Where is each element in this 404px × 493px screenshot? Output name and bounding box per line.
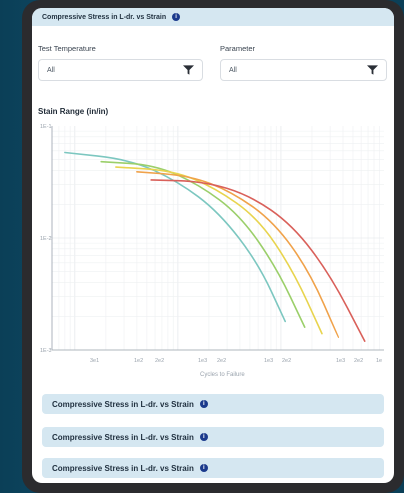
series-line-1 — [64, 151, 287, 323]
tablet-frame: Compressive Stress in L-dr. vs Strain i … — [22, 0, 404, 493]
parameter-label: Parameter — [220, 44, 256, 53]
filter-icon[interactable] — [367, 65, 378, 75]
accordion-item-2[interactable]: Compressive Stress in L-dr. vs Strain i — [42, 427, 384, 447]
test-temperature-label: Test Temperature — [38, 44, 96, 53]
series-line-4 — [136, 171, 340, 339]
parameter-select[interactable]: All — [220, 59, 387, 81]
chart-svg: 1E-1 1E-2 1E-3 3e1 1e2 2e2 1e3 2e2 1e3 2e2 1e3 2e2 1… — [40, 124, 384, 378]
filter-icon[interactable] — [183, 65, 194, 75]
x-tick-label: 2e2 — [282, 358, 291, 364]
info-icon[interactable]: i — [199, 433, 208, 441]
info-icon[interactable]: i — [199, 464, 208, 472]
x-tick-label: 2e2 — [155, 358, 164, 364]
accordion-label: Compressive Stress in L-dr. vs Strain — [52, 463, 194, 473]
tablet-screen: Compressive Stress in L-dr. vs Strain i … — [32, 8, 394, 483]
accordion-label: Compressive Stress in L-dr. vs Strain — [42, 13, 167, 21]
x-axis-title: Cycles to Failure — [200, 372, 245, 378]
y-tick-label: 1E-2 — [40, 236, 52, 242]
accordion-header-top[interactable]: Compressive Stress in L-dr. vs Strain i — [32, 8, 394, 26]
parameter-value: All — [229, 66, 237, 74]
chart-y-axis-title: Stain Range (in/in) — [38, 107, 109, 116]
test-temperature-select[interactable]: All — [38, 59, 203, 81]
accordion-label: Compressive Stress in L-dr. vs Strain — [52, 399, 194, 409]
info-icon[interactable]: i — [199, 400, 208, 408]
x-tick-label: 1e2 — [134, 358, 143, 364]
info-icon[interactable]: i — [172, 13, 181, 21]
x-tick-label: 1e — [376, 358, 382, 364]
chart: 1E-1 1E-2 1E-3 3e1 1e2 2e2 1e3 2e2 1e3 2e2 1e3 2e2 1… — [38, 120, 392, 390]
x-tick-label: 1e3 — [264, 358, 273, 364]
x-tick-label: 2e2 — [217, 358, 226, 364]
test-temperature-value: All — [47, 66, 55, 74]
x-tick-label: 1e3 — [198, 358, 207, 364]
accordion-item-1[interactable]: Compressive Stress in L-dr. vs Strain i — [42, 394, 384, 414]
accordion-item-3[interactable]: Compressive Stress in L-dr. vs Strain i — [42, 458, 384, 478]
y-tick-label: 1E-1 — [40, 124, 52, 130]
accordion-label: Compressive Stress in L-dr. vs Strain — [52, 432, 194, 442]
x-tick-label: 1e3 — [336, 358, 345, 364]
y-tick-label: 1E-3 — [40, 348, 52, 354]
series-line-2 — [100, 160, 306, 328]
x-tick-label: 2e2 — [354, 358, 363, 364]
x-tick-label: 3e1 — [90, 358, 99, 364]
